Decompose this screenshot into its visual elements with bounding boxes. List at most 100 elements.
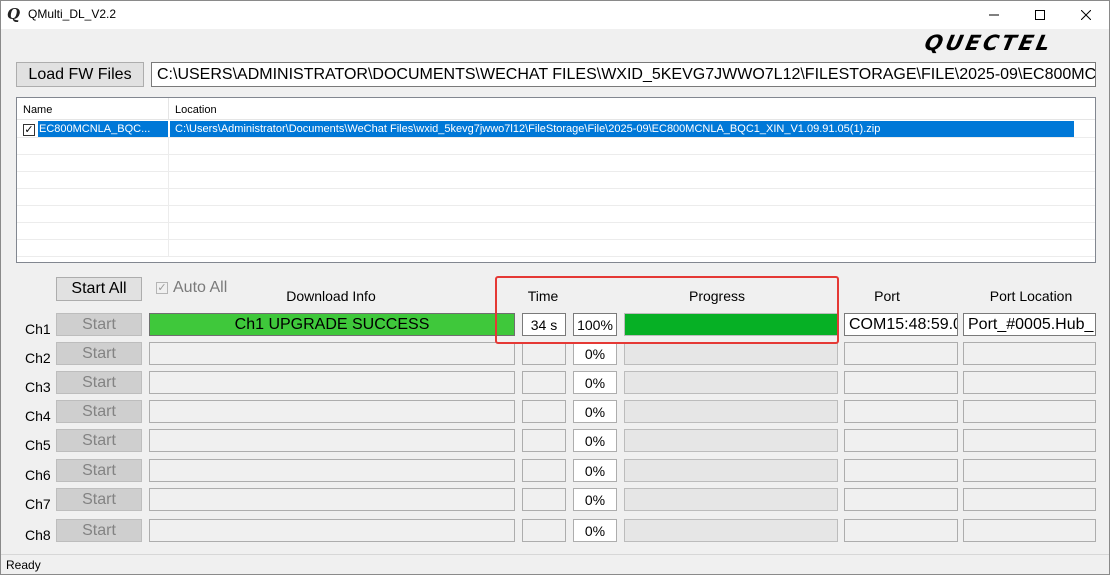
header-time: Time: [527, 288, 559, 304]
port-location-field: [963, 519, 1096, 542]
percent-field: 0%: [573, 371, 617, 394]
percent-field: 0%: [573, 519, 617, 542]
minimize-icon: [989, 14, 999, 16]
auto-all-label: Auto All: [173, 279, 228, 296]
port-field: [844, 342, 958, 365]
minimize-button[interactable]: [971, 1, 1017, 29]
port-field: [844, 371, 958, 394]
empty-list-row: [17, 240, 1095, 257]
port-location-field: [963, 459, 1096, 482]
start-button[interactable]: Start: [56, 371, 142, 394]
time-field: [522, 400, 566, 423]
download-info-field: [149, 429, 515, 452]
file-list-header: Name Location: [17, 98, 1095, 120]
status-bar: Ready: [1, 554, 1109, 574]
status-text: Ready: [6, 558, 41, 572]
start-button[interactable]: Start: [56, 519, 142, 542]
time-field: [522, 342, 566, 365]
load-fw-files-button[interactable]: Load FW Files: [16, 62, 144, 87]
empty-list-row: [17, 138, 1095, 155]
maximize-button[interactable]: [1017, 1, 1063, 29]
time-field: 34 s: [522, 313, 566, 336]
header-port: Port: [874, 288, 900, 304]
download-info-field: Ch1 UPGRADE SUCCESS: [149, 313, 515, 336]
port-location-field: [963, 400, 1096, 423]
start-button[interactable]: Start: [56, 429, 142, 452]
start-button[interactable]: Start: [56, 488, 142, 511]
port-location-field: [963, 429, 1096, 452]
percent-field: 0%: [573, 400, 617, 423]
port-field: [844, 519, 958, 542]
channel-label: Ch3: [25, 379, 51, 395]
percent-field: 0%: [573, 342, 617, 365]
header-port-location: Port Location: [989, 288, 1073, 304]
start-all-button[interactable]: Start All: [56, 277, 142, 301]
window-title: QMulti_DL_V2.2: [28, 7, 117, 21]
progress-bar: [624, 459, 838, 482]
port-location-field: [963, 342, 1096, 365]
time-field: [522, 459, 566, 482]
progress-bar: [624, 519, 838, 542]
progress-bar: [624, 313, 838, 336]
close-button[interactable]: [1063, 1, 1109, 29]
port-location-field: [963, 371, 1096, 394]
port-field: [844, 429, 958, 452]
header-download-info: Download Info: [286, 288, 376, 304]
column-header-name[interactable]: Name: [17, 98, 169, 120]
file-name-cell: EC800MCNLA_BQC...: [38, 121, 168, 137]
percent-field: 0%: [573, 459, 617, 482]
empty-list-row: [17, 189, 1095, 206]
checkmark-icon: ✓: [156, 282, 168, 294]
app-window: Q QMulti_DL_V2.2 QUECTEL Load FW Files C…: [0, 0, 1110, 575]
percent-field: 0%: [573, 429, 617, 452]
time-field: [522, 429, 566, 452]
header-progress: Progress: [688, 288, 746, 304]
time-field: [522, 519, 566, 542]
port-field: COM15:48:59.0: [844, 313, 958, 336]
start-button[interactable]: Start: [56, 313, 142, 336]
file-location-cell: C:\Users\Administrator\Documents\WeChat …: [170, 121, 1074, 137]
quectel-app-icon: Q: [7, 5, 21, 23]
port-location-field: [963, 488, 1096, 511]
channel-label: Ch6: [25, 467, 51, 483]
progress-bar-fill: [625, 314, 837, 335]
percent-field: 0%: [573, 488, 617, 511]
channel-label: Ch7: [25, 496, 51, 512]
fw-path-field[interactable]: C:\USERS\ADMINISTRATOR\DOCUMENTS\WECHAT …: [151, 62, 1096, 87]
download-info-field: [149, 488, 515, 511]
channel-label: Ch2: [25, 350, 51, 366]
title-bar: Q QMulti_DL_V2.2: [1, 1, 1109, 29]
time-field: [522, 488, 566, 511]
port-field: [844, 400, 958, 423]
maximize-icon: [1035, 10, 1045, 20]
channel-label: Ch1: [25, 321, 51, 337]
port-field: [844, 459, 958, 482]
percent-field: 100%: [573, 313, 617, 336]
progress-bar: [624, 371, 838, 394]
progress-bar: [624, 488, 838, 511]
port-field: [844, 488, 958, 511]
auto-all-checkbox[interactable]: ✓ Auto All: [156, 279, 227, 297]
channel-label: Ch4: [25, 408, 51, 424]
download-info-field: [149, 519, 515, 542]
time-field: [522, 371, 566, 394]
channel-label: Ch5: [25, 437, 51, 453]
download-info-field: [149, 459, 515, 482]
file-row-checkbox[interactable]: ✓: [23, 124, 35, 136]
file-row[interactable]: ✓ EC800MCNLA_BQC... C:\Users\Administrat…: [17, 121, 1095, 138]
empty-list-row: [17, 206, 1095, 223]
progress-bar: [624, 342, 838, 365]
column-header-location[interactable]: Location: [169, 98, 1095, 120]
start-button[interactable]: Start: [56, 459, 142, 482]
progress-bar: [624, 429, 838, 452]
start-button[interactable]: Start: [56, 400, 142, 423]
empty-list-row: [17, 223, 1095, 240]
download-info-field: [149, 371, 515, 394]
progress-bar: [624, 400, 838, 423]
empty-list-row: [17, 155, 1095, 172]
download-info-field: [149, 342, 515, 365]
start-button[interactable]: Start: [56, 342, 142, 365]
firmware-file-list[interactable]: Name Location ✓ EC800MCNLA_BQC... C:\Use…: [16, 97, 1096, 263]
channel-label: Ch8: [25, 527, 51, 543]
port-location-field: Port_#0005.Hub_: [963, 313, 1096, 336]
